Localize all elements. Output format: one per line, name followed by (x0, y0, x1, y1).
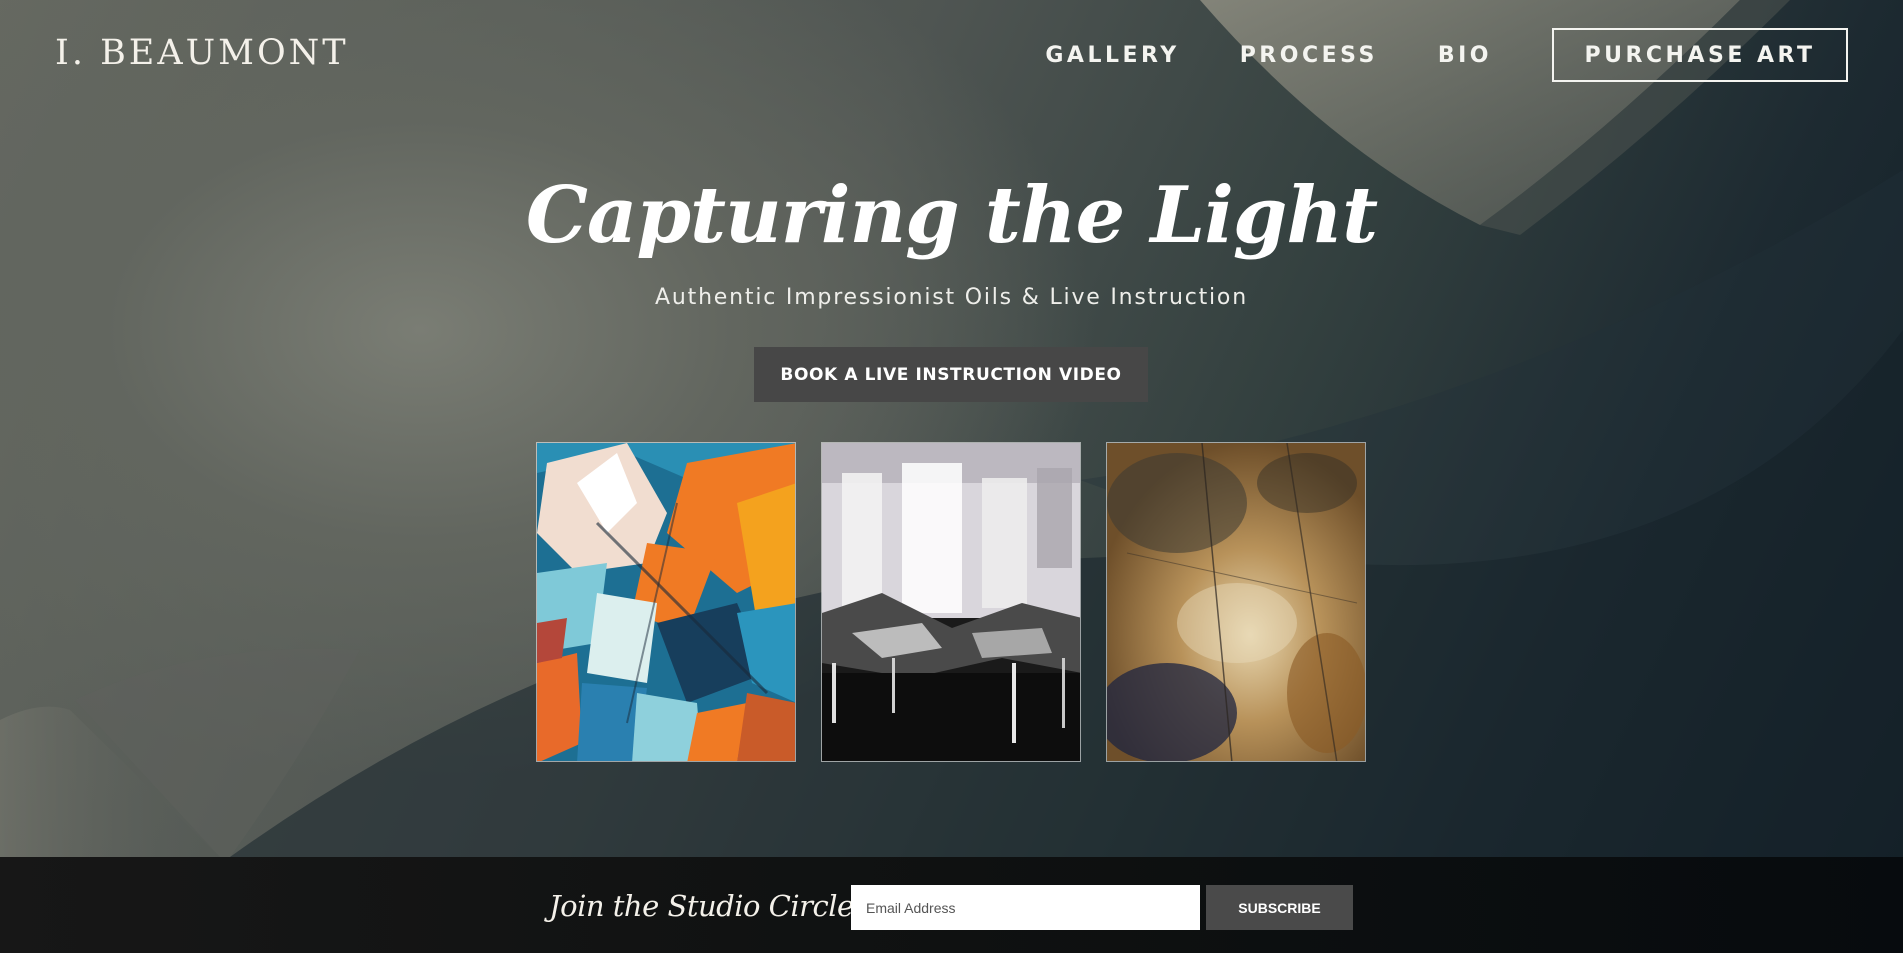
painting-textured-bronze[interactable] (1106, 442, 1366, 762)
painting-black-white[interactable] (821, 442, 1081, 762)
nav-gallery[interactable]: GALLERY (1045, 43, 1179, 68)
site-logo[interactable]: I. BEAUMONT (55, 33, 349, 73)
email-field[interactable] (851, 885, 1200, 930)
newsletter-title: Join the Studio Circle (549, 889, 854, 923)
nav-bio[interactable]: BIO (1438, 43, 1492, 68)
painting-abstract-colorful[interactable] (536, 442, 796, 762)
main-nav: GALLERY PROCESS BIO PURCHASE ART (1045, 28, 1848, 82)
purchase-art-button[interactable]: PURCHASE ART (1552, 28, 1848, 82)
hero-subtitle: Authentic Impressionist Oils & Live Inst… (655, 285, 1248, 310)
nav-process[interactable]: PROCESS (1240, 43, 1378, 68)
hero-title: Capturing the Light (525, 170, 1378, 261)
book-instruction-button[interactable]: BOOK A LIVE INSTRUCTION VIDEO (754, 347, 1148, 402)
subscribe-button[interactable]: SUBSCRIBE (1206, 885, 1353, 930)
newsletter-bar: Join the Studio Circle SUBSCRIBE (0, 857, 1903, 953)
